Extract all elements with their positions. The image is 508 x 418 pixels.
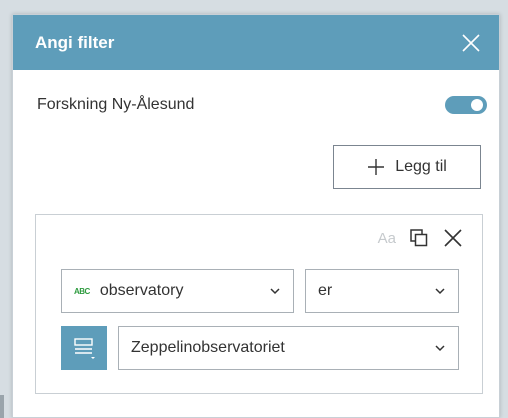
filter-panel: Angi filter Forskning Ny-Ålesund Legg ti… (12, 14, 500, 418)
value-select[interactable]: Zeppelinobservatoriet (118, 326, 459, 370)
layer-row: Forskning Ny-Ålesund (37, 93, 487, 117)
value-select-value: Zeppelinobservatoriet (131, 339, 285, 356)
toggle-knob (471, 99, 483, 111)
add-button-label: Legg til (395, 158, 447, 175)
close-icon (462, 33, 480, 52)
chevron-down-icon (435, 345, 445, 352)
expression-toolbar: Aa (378, 227, 464, 249)
chevron-down-icon (270, 288, 280, 295)
delete-icon (444, 229, 462, 247)
layer-filter-toggle[interactable] (445, 96, 487, 114)
operator-select-value: er (318, 282, 333, 299)
plus-icon (368, 159, 385, 175)
background-window-edge (0, 395, 4, 418)
delete-expression-button[interactable] (442, 227, 464, 249)
operator-select[interactable]: er (305, 269, 459, 313)
value-mode-button[interactable] (61, 326, 107, 370)
panel-title: Angi filter (35, 32, 115, 52)
list-mode-icon (74, 338, 95, 359)
case-sensitive-toggle[interactable]: Aa (378, 230, 396, 247)
field-select-value: observatory (99, 282, 184, 299)
field-select[interactable]: ABC observatory (61, 269, 294, 313)
copy-expression-button[interactable] (408, 227, 430, 249)
copy-icon (410, 229, 428, 247)
close-button[interactable] (457, 29, 485, 57)
string-type-badge: ABC (74, 286, 90, 296)
expression-card: Aa ABC observatory er Zeppelinobservator… (35, 214, 483, 394)
panel-header: Angi filter (13, 15, 499, 70)
layer-name: Forskning Ny-Ålesund (37, 96, 195, 113)
add-expression-button[interactable]: Legg til (333, 145, 481, 189)
chevron-down-icon (435, 288, 445, 295)
